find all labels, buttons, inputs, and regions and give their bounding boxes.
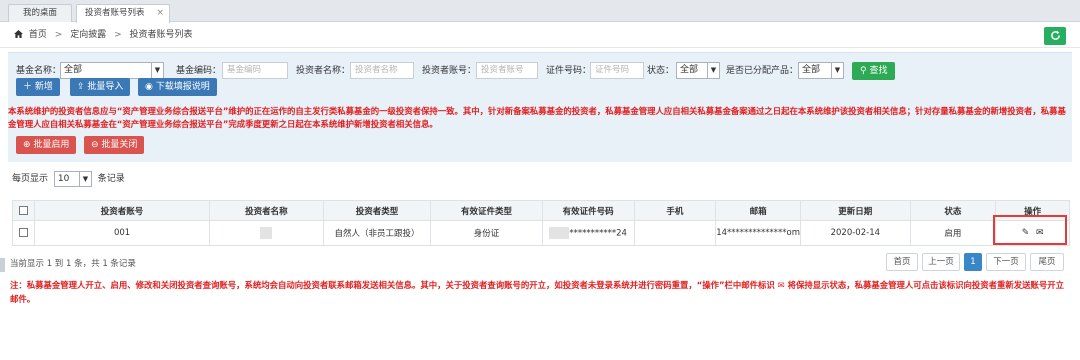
notice-text: 本系统维护的投资者信息应与“资产管理业务综合报送平台”维护的正在运作的自主发行类… (8, 106, 1066, 129)
chevron-down-icon: ▼ (707, 63, 719, 78)
status-select[interactable]: 全部 ▼ (676, 62, 720, 79)
download-guide-label: 下载填报说明 (155, 82, 210, 92)
last-page-button[interactable]: 尾页 (1030, 253, 1064, 271)
select-all-checkbox[interactable] (18, 205, 28, 215)
investor-table: 投资者账号 投资者名称 投资者类型 有效证件类型 有效证件号码 手机 邮箱 更新… (12, 200, 1070, 246)
add-button[interactable]: ＋ 新增 (16, 78, 60, 96)
breadcrumb: 首页 > 定向披露 > 投资者账号列表 (0, 22, 1080, 48)
page-size-suffix: 条记录 (97, 174, 125, 184)
cell-name (209, 220, 324, 246)
next-page-button[interactable]: 下一页 (986, 253, 1026, 271)
table-row: 001 自然人（非员工跟投） 身份证 ***********24 14*****… (12, 215, 1070, 246)
investor-name-label: 投资者名称： (296, 66, 351, 76)
cell-updated: 2020-02-14 (800, 220, 911, 246)
tab-label: 我的桌面 (22, 8, 57, 18)
investor-account-label: 投资者账号： (422, 66, 477, 76)
investor-name-input[interactable]: 投资者名称 (350, 62, 414, 79)
chevron-down-icon: ▼ (831, 63, 843, 78)
cell-id-number-text: ***********24 (569, 228, 627, 239)
tab-my-desktop[interactable]: 我的桌面 (8, 4, 72, 22)
sidebar-collapse-handle[interactable] (0, 258, 5, 272)
record-summary: 当前显示 1 到 1 条，共 1 条记录 (10, 259, 136, 269)
pagination: 首页 上一页 1 下一页 尾页 (886, 253, 1066, 271)
breadcrumb-separator: > (54, 30, 63, 40)
refresh-button[interactable] (1044, 27, 1066, 45)
cell-type: 自然人（非员工跟投） (322, 220, 432, 246)
cell-id-type: 身份证 (430, 220, 543, 246)
batch-enable-label: 批量启用 (33, 140, 70, 150)
page-1-button[interactable]: 1 (964, 253, 982, 271)
redacted-id (549, 227, 570, 239)
chevron-down-icon: ▼ (78, 171, 91, 186)
fund-name-value: 全部 (64, 65, 83, 75)
footnote-text: 注：私募基金管理人开立、启用、修改和关闭投资者查询账号，系统均会自动向投资者联系… (10, 280, 1064, 304)
batch-import-button[interactable]: ⇪ 批量导入 (70, 78, 131, 96)
fund-name-select[interactable]: 全部 ▼ (60, 62, 164, 79)
circle-check-icon: ⊕ (23, 140, 31, 150)
batch-import-label: 批量导入 (87, 82, 124, 92)
tab-label: 投资者账号列表 (85, 8, 145, 18)
row-select-cell (12, 220, 35, 246)
circle-minus-icon: ⊖ (91, 140, 99, 150)
col-investor-account[interactable]: 投资者账号 (33, 200, 211, 221)
tab-bar: 我的桌面 投资者账号列表 × (0, 0, 1080, 23)
col-id-type[interactable]: 有效证件类型 (430, 200, 543, 221)
close-icon[interactable]: × (156, 5, 164, 22)
assigned-product-select[interactable]: 全部 ▼ (798, 62, 844, 79)
filter-panel: 基金名称： 全部 ▼ 基金编码： 基金编码 投资者名称： 投资者名称 投资者账号… (8, 52, 1072, 162)
page-size-value: 10 (57, 173, 70, 184)
cell-email: 14**************om (715, 220, 802, 246)
col-investor-type[interactable]: 投资者类型 (322, 200, 432, 221)
cell-actions: ✎ ✉ (993, 215, 1070, 246)
refresh-icon (1050, 30, 1060, 40)
prev-page-button[interactable]: 上一页 (922, 253, 960, 271)
search-button-label: 查找 (869, 66, 888, 76)
id-number-input[interactable]: 证件号码 (590, 62, 644, 79)
breadcrumb-separator: > (114, 30, 122, 40)
home-icon (14, 30, 23, 38)
col-id-number[interactable]: 有效证件号码 (541, 200, 635, 221)
add-button-label: 新增 (34, 82, 53, 92)
status-value: 全部 (680, 65, 699, 75)
page-size-prefix: 每页显示 (12, 174, 49, 184)
batch-disable-label: 批量关闭 (101, 140, 138, 150)
chevron-down-icon: ▼ (151, 63, 163, 78)
plus-icon: ＋ (23, 82, 33, 92)
col-investor-name[interactable]: 投资者名称 (209, 200, 324, 221)
table-header-row: 投资者账号 投资者名称 投资者类型 有效证件类型 有效证件号码 手机 邮箱 更新… (12, 200, 1070, 221)
col-updated-date[interactable]: 更新日期 (800, 200, 911, 221)
highlight-frame (993, 215, 1068, 245)
col-status[interactable]: 状态 (909, 200, 997, 221)
page-size-select[interactable]: 10 ▼ (53, 170, 92, 187)
status-label: 状态： (647, 66, 675, 76)
download-guide-button[interactable]: ◉ 下载填报说明 (138, 78, 217, 96)
breadcrumb-disclosure[interactable]: 定向披露 (70, 30, 106, 40)
id-number-label: 证件号码： (546, 66, 592, 76)
assigned-product-label: 是否已分配产品： (726, 66, 799, 76)
investor-account-input[interactable]: 投资者账号 (476, 62, 538, 79)
assigned-product-value: 全部 (802, 65, 821, 75)
search-icon: ⚲ (860, 66, 867, 76)
breadcrumb-home[interactable]: 首页 (29, 30, 47, 40)
first-page-button[interactable]: 首页 (886, 253, 918, 271)
search-button[interactable]: ⚲ 查找 (852, 62, 896, 80)
cell-account: 001 (33, 220, 211, 246)
col-email[interactable]: 邮箱 (715, 200, 802, 221)
tab-investor-account-list[interactable]: 投资者账号列表 × (76, 4, 170, 23)
import-icon: ⇪ (77, 82, 85, 92)
select-all-header (12, 200, 35, 221)
batch-enable-button[interactable]: ⊕ 批量启用 (16, 136, 77, 154)
fund-code-input[interactable]: 基金编码 (222, 62, 288, 79)
batch-disable-button[interactable]: ⊖ 批量关闭 (84, 136, 145, 154)
breadcrumb-current: 投资者账号列表 (129, 30, 193, 40)
page-size-control: 每页显示 10 ▼ 条记录 (12, 170, 125, 188)
cell-status: 启用 (909, 220, 997, 246)
row-checkbox[interactable] (18, 228, 28, 237)
col-phone[interactable]: 手机 (633, 200, 717, 221)
cell-phone (633, 220, 717, 246)
info-icon: ◉ (145, 82, 153, 92)
cell-id-number: ***********24 (541, 220, 635, 246)
redacted-name (260, 227, 273, 239)
